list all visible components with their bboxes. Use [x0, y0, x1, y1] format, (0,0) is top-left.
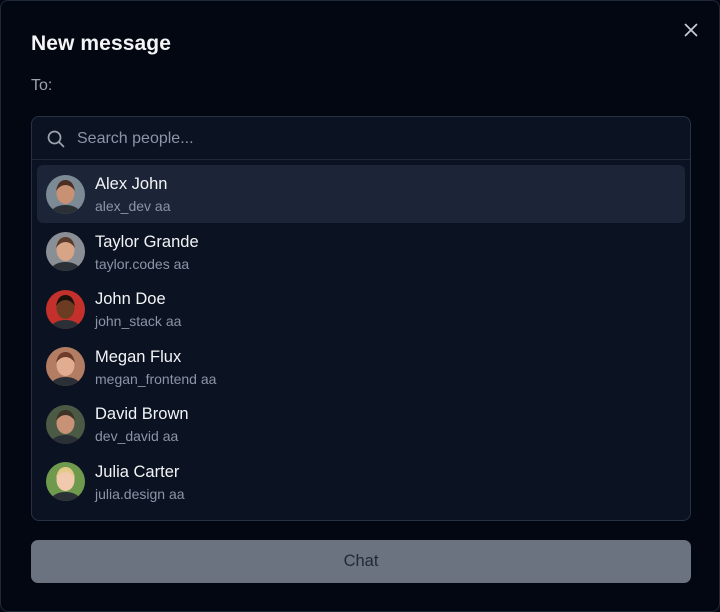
close-icon [684, 23, 698, 42]
avatar [46, 347, 85, 386]
to-label: To: [31, 77, 53, 94]
people-picker: Alex John alex_dev aa Taylor Grande taylor.… [31, 116, 691, 521]
search-icon [47, 130, 65, 148]
person-row[interactable]: Alex John alex_dev aa [37, 165, 685, 223]
avatar [46, 462, 85, 501]
dialog-title: New message [31, 32, 172, 55]
person-row[interactable]: Megan Flux megan_frontend aa [37, 338, 685, 396]
person-handle: alex_dev aa [95, 198, 171, 214]
person-row[interactable]: David Brown dev_david aa [37, 395, 685, 453]
close-button[interactable] [680, 21, 702, 43]
person-name: Julia Carter [95, 462, 180, 481]
avatar [46, 404, 85, 444]
search-input[interactable] [75, 125, 675, 153]
person-handle: john_stack aa [95, 313, 182, 329]
person-row[interactable]: Taylor Grande taylor.codes aa [37, 223, 685, 281]
person-name: Alex John [95, 175, 168, 193]
search-bar [32, 117, 690, 160]
person-handle: taylor.codes aa [95, 255, 190, 272]
person-name: Taylor Grande [95, 232, 199, 251]
avatar [46, 232, 85, 271]
person-handle: megan_frontend aa [95, 370, 217, 387]
person-row[interactable]: Julia Carter julia.design aa [37, 453, 685, 511]
person-row[interactable]: John Doe john_stack aa [37, 280, 685, 338]
person-name: Megan Flux [95, 347, 182, 366]
chat-button[interactable]: Chat [31, 540, 691, 583]
people-list: Alex John alex_dev aa Taylor Grande taylor.… [37, 165, 685, 510]
person-name: David Brown [95, 405, 189, 423]
person-name: John Doe [95, 290, 166, 308]
person-handle: julia.design aa [95, 485, 185, 502]
avatar [46, 174, 85, 214]
new-message-dialog: New message To: Alex John alex_dev aa Tayl… [0, 0, 720, 612]
avatar [46, 289, 85, 329]
person-handle: dev_david aa [95, 428, 179, 444]
